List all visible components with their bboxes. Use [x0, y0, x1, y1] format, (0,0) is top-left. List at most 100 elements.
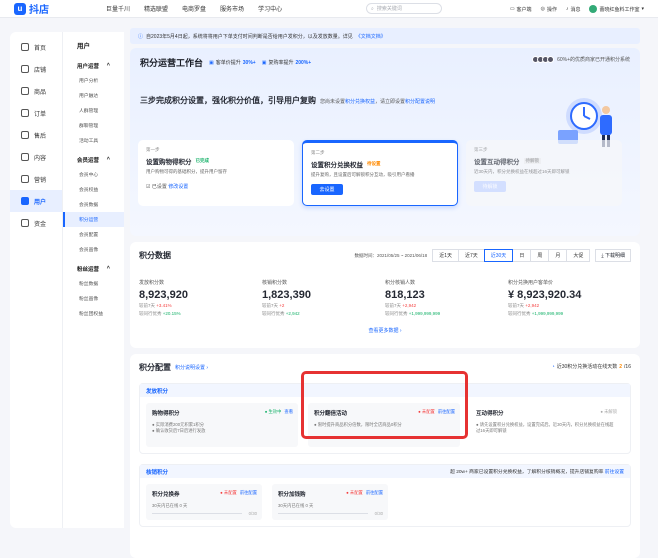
points-coupon-item[interactable]: 积分兑换券 ● 未配置 前往配置 30天内已在线 0 天 0/30 — [146, 484, 262, 520]
sidebar-item-content[interactable]: 内容 — [10, 146, 62, 168]
shop-switcher[interactable]: 蕾晓红鱼料工作室 ▾ — [589, 5, 644, 13]
sidebar-item-products[interactable]: 商品 — [10, 80, 62, 102]
view-more-data-link[interactable]: 查看更多数据 › — [139, 327, 631, 334]
item-status: ● 未解锁 — [600, 409, 617, 414]
sidebar-group-user-ops[interactable]: 用户运营 ˄ — [63, 54, 124, 73]
step-status: 已完成 — [195, 158, 210, 163]
avatar — [589, 5, 598, 13]
sidebar-subitem[interactable]: 用户分析 — [63, 73, 124, 88]
group-label: 用户运营 — [77, 64, 100, 70]
sidebar-item-shop[interactable]: 店铺 — [10, 58, 62, 80]
sidebar-label: 订单 — [34, 111, 47, 118]
client-button[interactable]: ▭ 客户端 — [510, 6, 532, 13]
messages-label: 消息 — [570, 6, 581, 13]
sidebar-label: 首页 — [34, 45, 47, 52]
date-range: 数据时间：2021/05/25 ~ 2021/06/18 — [354, 252, 428, 258]
topnav-item[interactable]: 学习中心 — [258, 4, 282, 13]
tab-month[interactable]: 月 — [548, 249, 568, 262]
points-data-card: 积分数据 数据时间：2021/05/25 ~ 2021/06/18 近1天 近7… — [130, 242, 640, 348]
notice-text: 自2023年5月4日起，系统将将用户下单支付时间判断是否给用户发积分，以及发放数… — [146, 33, 353, 40]
sidebar-group-fan-ops[interactable]: 粉丝运营 ˄ — [63, 257, 124, 276]
sidebar-subitem[interactable]: 会员画像 — [63, 242, 124, 257]
view-link[interactable]: 查看 — [284, 409, 293, 415]
item-desc: 30天内已在线 0 天 — [278, 503, 314, 508]
sidebar-item-orders[interactable]: 订单 — [10, 102, 62, 124]
notice-link[interactable]: 《文档文档》 — [356, 33, 386, 40]
points-plus-cash-item[interactable]: 积分加钱购 ● 未配置 前往配置 30天内已在线 0 天 0/30 — [272, 484, 388, 520]
sidebar-subitem[interactable]: 人群管理 — [63, 103, 124, 118]
points-rule-link[interactable]: 积分说明设置 › — [175, 364, 208, 371]
redeem-setting-link[interactable]: 积分兑换权益 — [345, 99, 375, 105]
check-icon: ☑ — [146, 184, 151, 191]
messages-button[interactable]: ♪ 消息 — [566, 6, 581, 13]
adoption-text: 60%+的优质商家已开通积分系统 — [557, 57, 630, 63]
unlock-button[interactable]: 待解锁 — [474, 181, 506, 193]
sidebar-item-marketing[interactable]: 营销 — [10, 168, 62, 190]
tab-week[interactable]: 周 — [530, 249, 550, 262]
sidebar-subitem[interactable]: 粉丝数据 — [63, 276, 124, 291]
go-setup-button[interactable]: 去设置 — [311, 184, 343, 196]
sidebar-subitem[interactable]: 粉丝团权益 — [63, 306, 124, 321]
section-title: 核销积分 — [146, 469, 169, 476]
sidebar-subitem[interactable]: 会员权益 — [63, 182, 124, 197]
download-button[interactable]: ⤓ 下载明细 — [595, 249, 631, 262]
help-button[interactable]: ◎ 操作 — [541, 6, 557, 13]
go-config-link[interactable]: 前往配置 — [240, 490, 257, 496]
search-icon: ⌕ — [371, 5, 374, 12]
sidebar-label: 商品 — [34, 89, 47, 96]
shop-name: 蕾晓红鱼料工作室 — [599, 6, 640, 13]
sidebar-subitem[interactable]: 会员中心 — [63, 167, 124, 182]
sidebar-label: 内容 — [34, 155, 47, 162]
topnav-item[interactable]: 精选联盟 — [144, 4, 168, 13]
progress-bar — [278, 513, 368, 514]
purchase-points-item[interactable]: 购物得积分 ● 生效中 查看 ● 实际消费200元积累1积分 ● 确认收货后7日后进… — [146, 403, 298, 447]
chevron-up-icon: ˄ — [106, 62, 110, 68]
sidebar-item-aftersale[interactable]: 售后 — [10, 124, 62, 146]
sidebar-subitem-points[interactable]: 积分运营 — [63, 212, 124, 227]
brand-name: 抖店 — [29, 5, 49, 16]
stat-delta: +3.41% — [156, 303, 172, 308]
topnav-item[interactable]: 巨量千川 — [106, 4, 130, 13]
sidebar-subitem[interactable]: 群聊管理 — [63, 118, 124, 133]
sidebar-subitem[interactable]: 会员配置 — [63, 227, 124, 242]
aftersale-icon — [21, 131, 29, 139]
tab-promo[interactable]: 大促 — [566, 249, 591, 262]
sidebar-label: 资金 — [34, 221, 47, 228]
banner-title: 积分运营工作台 — [140, 58, 204, 68]
content-icon — [21, 153, 29, 161]
online-days: ◔ 近30积分兑换活动在线天数 2/16 — [551, 363, 631, 371]
sidebar-subitem[interactable]: 活动工具 — [63, 133, 124, 148]
sidebar-item-users[interactable]: 用户 — [10, 190, 62, 212]
clock-icon: ◔ — [551, 363, 555, 370]
tab-1d[interactable]: 近1天 — [432, 249, 459, 262]
tag-label: 复购率提升 — [268, 60, 294, 66]
sidebar-subitem[interactable]: 粉丝画像 — [63, 291, 124, 306]
tab-7d[interactable]: 近7天 — [457, 249, 485, 262]
progress-bar — [152, 513, 242, 514]
sidebar-subitem[interactable]: 用户触达 — [63, 88, 124, 103]
tab-30d[interactable]: 近30天 — [483, 249, 514, 262]
stat-aov: 积分兑换用户客单价 ¥ 8,923,920.34 较前7天 +2,942 较同行… — [508, 279, 631, 317]
sidebar-item-home[interactable]: 首页 — [10, 36, 62, 58]
modify-setting-link[interactable]: 修改设置 — [168, 184, 188, 190]
item-desc: ● 实际消费200元积累1积分 ● 确认收货后7日后进行发放 — [152, 422, 206, 434]
config-guide-link[interactable]: 积分配置说明 — [405, 99, 435, 105]
interaction-points-item[interactable]: 互动得积分 ● 未解锁 ● 请先设置积分兑换权益，设置完成后。近30天内，积分兑… — [470, 403, 622, 447]
brand-logo[interactable]: u 抖店 — [14, 1, 74, 16]
product-icon — [21, 87, 29, 95]
search-input[interactable]: ⌕ 搜索关键词 — [366, 3, 442, 14]
go-setup-link[interactable]: 前往设置 — [605, 470, 624, 475]
chevron-up-icon: ˄ — [106, 265, 110, 271]
step-card-1: 第一步 设置购物得积分 已完成 用户购物可得的基础积分，提升用户留存 ☑ 已设置 … — [138, 140, 294, 206]
sidebar-subitem[interactable]: 会员数据 — [63, 197, 124, 212]
topnav-item[interactable]: 服务市场 — [220, 4, 244, 13]
topnav-item[interactable]: 电商罗盘 — [182, 4, 206, 13]
sidebar-group-member-ops[interactable]: 会员运营 ˄ — [63, 148, 124, 167]
step-status: 待解锁 — [523, 158, 541, 164]
step-desc: 近30天内，积分兑换权益在线超过16天即可解锁 — [474, 169, 570, 174]
item-status: ● 生效中 — [264, 409, 282, 414]
sidebar-item-funds[interactable]: 资金 — [10, 212, 62, 234]
go-config-link[interactable]: 前往配置 — [366, 490, 383, 496]
main-content: ⓘ 自2023年5月4日起，系统将将用户下单支付时间判断是否给用户发积分，以及发… — [130, 28, 640, 558]
tab-day[interactable]: 日 — [512, 249, 532, 262]
